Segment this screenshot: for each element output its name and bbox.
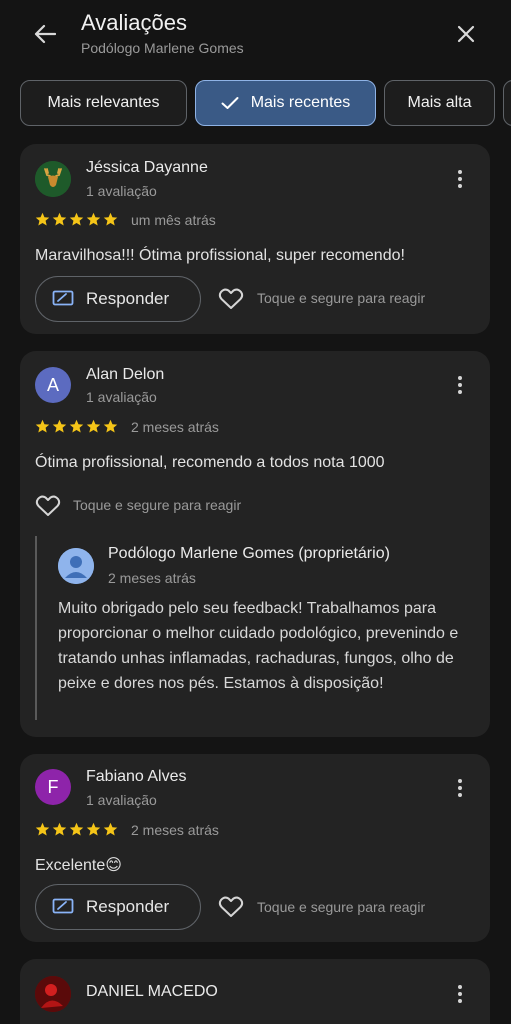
reviewer-count: 1 avaliação [86, 389, 157, 405]
star-icon [103, 419, 118, 433]
star-icon [69, 212, 84, 226]
more-options-icon[interactable] [450, 165, 470, 193]
star-icon [69, 822, 84, 836]
review-card: A Alan Delon 1 avaliação 2 meses atrás Ó… [20, 351, 490, 737]
reply-edit-icon [52, 290, 74, 308]
review-date: 2 meses atrás [131, 419, 219, 435]
respond-label: Responder [86, 289, 170, 308]
avatar[interactable] [35, 161, 71, 197]
avatar[interactable]: F [35, 769, 71, 805]
owner-avatar [58, 548, 94, 584]
chip-overflow[interactable] [503, 80, 511, 126]
heart-icon[interactable] [35, 494, 61, 518]
reviewer-name[interactable]: Fabiano Alves [86, 768, 187, 786]
chip-label: Mais recentes [250, 94, 351, 111]
chip-label: Mais relevantes [47, 94, 160, 111]
more-options-icon[interactable] [450, 371, 470, 399]
chip-mais-alta[interactable]: Mais alta [384, 80, 495, 126]
review-card: Jéssica Dayanne 1 avaliação um mês atrás… [20, 144, 490, 334]
star-icon [86, 822, 101, 836]
respond-label: Responder [86, 897, 170, 916]
owner-reply-date: 2 meses atrás [108, 570, 196, 586]
avatar[interactable] [35, 976, 71, 1012]
check-icon [221, 96, 239, 110]
reviewer-name[interactable]: Jéssica Dayanne [86, 159, 208, 177]
review-card: DANIEL MACEDO [20, 959, 490, 1024]
back-arrow-icon[interactable] [30, 20, 60, 48]
star-icon [103, 212, 118, 226]
rating-stars [35, 212, 118, 227]
review-text: Ótima profissional, recomendo a todos no… [35, 454, 385, 471]
review-date: um mês atrás [131, 212, 216, 228]
star-icon [52, 212, 67, 226]
review-card: F Fabiano Alves 1 avaliação 2 meses atrá… [20, 754, 490, 942]
star-icon [52, 822, 67, 836]
reviewer-count: 1 avaliação [86, 183, 157, 199]
reviewer-count: 1 avaliação [86, 792, 157, 808]
page-subtitle: Podólogo Marlene Gomes [81, 40, 244, 56]
chip-label: Mais alta [407, 94, 472, 111]
owner-name: Podólogo Marlene Gomes (proprietário) [108, 545, 390, 562]
more-options-icon[interactable] [450, 980, 470, 1008]
react-hint: Toque e segure para reagir [73, 497, 242, 513]
review-text: Maravilhosa!!! Ótima profissional, super… [35, 247, 405, 264]
reviewer-name[interactable]: DANIEL MACEDO [86, 983, 218, 1001]
reviewer-name[interactable]: Alan Delon [86, 366, 164, 384]
heart-icon[interactable] [218, 895, 244, 919]
star-icon [86, 212, 101, 226]
header: Avaliações Podólogo Marlene Gomes [0, 0, 511, 70]
react-hint: Toque e segure para reagir [257, 899, 426, 915]
chip-mais-recentes[interactable]: Mais recentes [195, 80, 376, 126]
chip-mais-relevantes[interactable]: Mais relevantes [20, 80, 187, 126]
react-hint: Toque e segure para reagir [257, 290, 426, 306]
star-icon [86, 419, 101, 433]
page-title: Avaliações [81, 10, 187, 35]
deer-icon [35, 161, 71, 197]
star-icon [35, 212, 50, 226]
owner-reply-text: Muito obrigado pelo seu feedback! Trabal… [58, 600, 459, 692]
star-icon [69, 419, 84, 433]
respond-button[interactable]: Responder [35, 884, 201, 930]
heart-icon[interactable] [218, 287, 244, 311]
respond-button[interactable]: Responder [35, 276, 201, 322]
close-icon[interactable] [452, 20, 480, 48]
reply-edit-icon [52, 898, 74, 916]
avatar[interactable]: A [35, 367, 71, 403]
star-icon [35, 822, 50, 836]
review-date: 2 meses atrás [131, 822, 219, 838]
person-icon [58, 548, 94, 584]
review-text: Excelente😊 [35, 857, 122, 874]
star-icon [103, 822, 118, 836]
sort-chips: Mais relevantes Mais recentes Mais alta [0, 80, 511, 128]
rating-stars [35, 419, 118, 434]
profile-photo-icon [35, 976, 71, 1012]
rating-stars [35, 822, 118, 837]
owner-reply-divider [35, 536, 37, 720]
more-options-icon[interactable] [450, 774, 470, 802]
star-icon [52, 419, 67, 433]
star-icon [35, 419, 50, 433]
